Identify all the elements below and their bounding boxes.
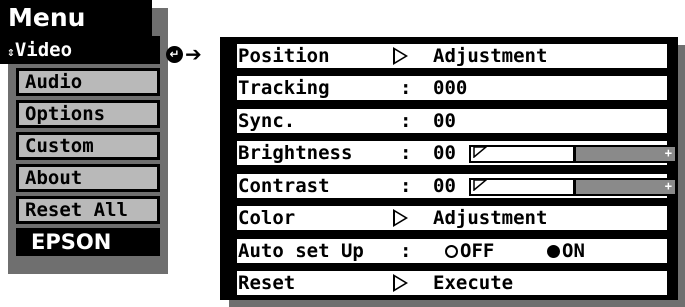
- slider-marker[interactable]: [573, 147, 576, 161]
- row-separator: :: [400, 175, 412, 197]
- row-label: Sync.: [238, 110, 296, 132]
- row-tracking[interactable]: Tracking : 000: [237, 76, 667, 100]
- radio-on-icon: [547, 245, 560, 258]
- menu-item-label: Options: [25, 103, 106, 125]
- row-value: Execute: [433, 272, 514, 294]
- menu-item-label: Audio: [25, 71, 83, 93]
- menu-title: Menu: [0, 0, 152, 36]
- right-arrow-icon: ➔: [185, 42, 202, 66]
- menu-item-video[interactable]: ⇕Video: [0, 36, 160, 64]
- row-value: 00: [433, 175, 456, 197]
- row-sync[interactable]: Sync. : 00: [237, 109, 667, 133]
- slider-max-icon: +: [664, 179, 672, 193]
- row-separator: :: [400, 77, 412, 99]
- row-label: Auto set Up: [238, 240, 364, 262]
- enter-icon: ↵: [166, 46, 183, 63]
- play-icon: [393, 209, 408, 227]
- radio-label: OFF: [460, 240, 495, 262]
- row-label: Reset: [238, 272, 296, 294]
- row-separator: :: [400, 240, 412, 262]
- menu-item-label: Reset All: [25, 199, 128, 221]
- play-icon: [393, 274, 408, 292]
- brand-label: EPSON: [31, 230, 112, 254]
- slider-max-icon: +: [664, 146, 672, 160]
- row-value: Adjustment: [433, 45, 548, 67]
- brand-logo: EPSON: [16, 228, 160, 256]
- video-settings-panel: Position Adjustment Tracking : 000 Sync.…: [220, 37, 678, 300]
- row-label: Tracking: [238, 77, 330, 99]
- row-auto-setup[interactable]: Auto set Up : OFF ON: [237, 239, 667, 263]
- menu-item-label: About: [25, 167, 83, 189]
- play-icon: [393, 47, 408, 65]
- slider-fill: [573, 147, 675, 161]
- row-position[interactable]: Position Adjustment: [237, 44, 667, 68]
- row-value: 00: [433, 110, 456, 132]
- menu-item-custom[interactable]: Custom: [16, 132, 160, 160]
- menu-item-audio[interactable]: Audio: [16, 68, 160, 96]
- row-label: Position: [238, 45, 330, 67]
- row-label: Contrast: [238, 175, 330, 197]
- slider-fill: [573, 180, 675, 194]
- radio-label: ON: [562, 240, 585, 262]
- menu-list: ⇕Video Audio Options Custom About Reset …: [0, 36, 160, 260]
- menu-item-about[interactable]: About: [16, 164, 160, 192]
- slider-min-icon: [473, 180, 487, 191]
- menu-item-label: Video: [14, 39, 73, 61]
- menu-item-reset-all[interactable]: Reset All: [16, 196, 160, 224]
- up-down-icon: ⇕: [7, 45, 15, 60]
- row-label: Brightness: [238, 142, 353, 164]
- row-brightness[interactable]: Brightness : 00 +: [237, 141, 677, 165]
- radio-off-icon: [445, 245, 458, 258]
- row-separator: :: [400, 110, 412, 132]
- radio-on[interactable]: ON: [547, 239, 585, 263]
- menu-item-label: Custom: [25, 135, 94, 157]
- row-value: 00: [433, 142, 456, 164]
- row-contrast[interactable]: Contrast : 00 +: [237, 174, 677, 198]
- menu-item-options[interactable]: Options: [16, 100, 160, 128]
- enter-indicator: ↵ ➔: [166, 42, 214, 66]
- brightness-slider[interactable]: +: [469, 145, 677, 163]
- row-value: Adjustment: [433, 207, 548, 229]
- row-reset[interactable]: Reset Execute: [237, 271, 667, 295]
- main-menu: Menu ⇕Video Audio Options Custom About R…: [0, 0, 168, 274]
- row-value: 000: [433, 77, 468, 99]
- slider-marker[interactable]: [573, 180, 576, 194]
- slider-min-icon: [473, 147, 487, 158]
- row-separator: :: [400, 142, 412, 164]
- row-label: Color: [238, 207, 296, 229]
- contrast-slider[interactable]: +: [469, 178, 677, 196]
- row-color[interactable]: Color Adjustment: [237, 206, 667, 230]
- radio-off[interactable]: OFF: [445, 239, 494, 263]
